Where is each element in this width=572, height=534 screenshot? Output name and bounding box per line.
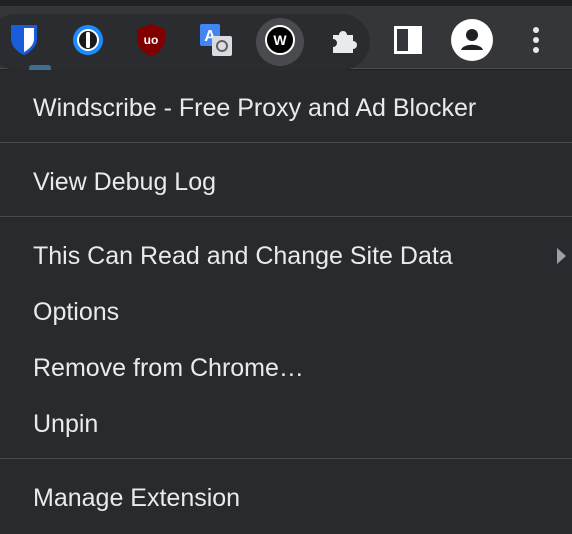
menu-item-unpin[interactable]: Unpin (0, 396, 572, 452)
menu-item-options[interactable]: Options (0, 284, 572, 340)
kebab-menu-icon (532, 26, 540, 59)
extensions-menu-button[interactable] (320, 18, 368, 66)
bitwarden-extension-button[interactable]: 2 (0, 18, 51, 85)
menu-separator (0, 458, 572, 459)
menu-item-label: View Debug Log (33, 168, 217, 196)
ublock-origin-icon: uo (136, 23, 166, 62)
menu-item-label: Windscribe - Free Proxy and Ad Blocker (33, 94, 477, 122)
menu-separator (0, 216, 572, 217)
pinned-extensions-group (0, 14, 370, 70)
menu-item-extension-name[interactable]: Windscribe - Free Proxy and Ad Blocker (0, 80, 572, 136)
svg-text:uo: uo (144, 33, 159, 47)
1password-icon (72, 24, 104, 61)
menu-item-label: Unpin (33, 410, 99, 438)
google-translate-extension-button[interactable]: A (192, 18, 240, 66)
svg-text:W: W (273, 32, 287, 48)
menu-item-manage-extension[interactable]: Manage Extension (0, 470, 572, 526)
menu-item-label: This Can Read and Change Site Data (33, 242, 453, 270)
profile-button[interactable] (448, 18, 496, 66)
menu-item-view-debug-log[interactable]: View Debug Log (0, 154, 572, 210)
window-top-edge (0, 0, 572, 6)
browser-toolbar: 2 uo A (0, 0, 572, 85)
1password-extension-button[interactable] (64, 18, 112, 66)
menu-item-label: Remove from Chrome… (33, 354, 304, 382)
menu-item-remove-from-chrome[interactable]: Remove from Chrome… (0, 340, 572, 396)
profile-icon (451, 18, 493, 66)
extension-context-menu: Windscribe - Free Proxy and Ad Blocker V… (0, 70, 572, 534)
windscribe-icon: W (265, 24, 295, 60)
google-translate-icon: A (199, 23, 233, 62)
bitwarden-icon (9, 23, 39, 62)
side-panel-button[interactable] (384, 18, 432, 66)
submenu-arrow-icon (557, 248, 566, 264)
side-panel-icon (394, 25, 422, 59)
menu-item-site-access[interactable]: This Can Read and Change Site Data (0, 228, 572, 284)
menu-item-label: Manage Extension (33, 484, 241, 512)
puzzle-extensions-icon (329, 25, 359, 60)
chrome-menu-button[interactable] (512, 18, 560, 66)
windscribe-extension-button[interactable]: W (256, 18, 304, 66)
menu-item-label: Options (33, 298, 120, 326)
menu-separator (0, 142, 572, 143)
ublock-origin-extension-button[interactable]: uo (127, 18, 175, 66)
